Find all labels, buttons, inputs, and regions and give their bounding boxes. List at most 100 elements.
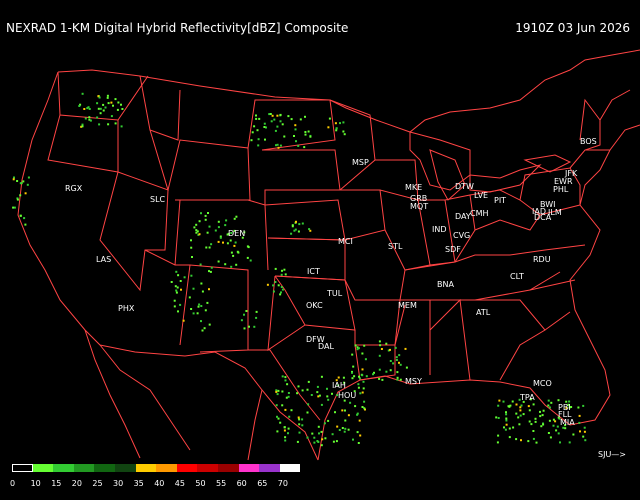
station-dal: DAL — [318, 342, 334, 351]
echo-pixel — [276, 430, 279, 433]
station-ilm: ILM — [548, 208, 562, 217]
legend-swatch — [73, 464, 95, 472]
echo-pixel — [365, 375, 368, 378]
echo-pixel — [515, 403, 518, 406]
echo-pixel — [104, 106, 107, 109]
echo-pixel — [359, 434, 362, 437]
echo-pixel — [295, 220, 297, 223]
echo-pixel — [88, 116, 91, 119]
sju-nav-link[interactable]: SJU—> — [598, 450, 626, 459]
station-mem: MEM — [398, 301, 417, 310]
echo-pixel — [190, 274, 193, 277]
echo-pixel — [114, 98, 117, 101]
echo-pixel — [16, 180, 19, 182]
station-bos: BOS — [580, 137, 597, 146]
echo-pixel — [280, 291, 282, 294]
echo-pixel — [572, 433, 575, 436]
echo-pixel — [176, 286, 179, 289]
echo-pixel — [243, 313, 245, 316]
station-clt: CLT — [510, 272, 524, 281]
echo-pixel — [277, 389, 280, 392]
echo-pixel — [89, 119, 92, 122]
echo-pixel — [361, 352, 364, 355]
echo-pixel — [351, 377, 354, 380]
station-phl: PHL — [553, 185, 569, 194]
echo-pixel — [358, 419, 361, 422]
legend-swatch — [238, 464, 260, 472]
echo-pixel — [83, 108, 86, 110]
echo-pixel — [277, 284, 280, 287]
echo-pixel — [107, 123, 110, 126]
echo-pixel — [404, 347, 407, 350]
station-dtw: DTW — [455, 182, 474, 191]
echo-pixel — [549, 436, 552, 439]
echo-pixel — [279, 293, 282, 296]
station-pit: PIT — [494, 196, 507, 205]
echo-pixel — [357, 386, 360, 389]
echo-pixel — [361, 368, 364, 371]
echo-pixel — [309, 135, 312, 138]
echo-pixel — [250, 139, 253, 142]
echo-pixel — [284, 439, 287, 442]
echo-pixel — [358, 375, 360, 378]
echo-pixel — [276, 114, 279, 117]
echo-pixel — [343, 430, 346, 433]
echo-pixel — [511, 400, 514, 403]
echo-pixel — [539, 410, 541, 413]
echo-pixel — [192, 287, 195, 290]
echo-pixel — [405, 366, 408, 369]
echo-pixel — [99, 112, 102, 115]
echo-pixel — [110, 101, 113, 104]
echo-pixel — [505, 417, 508, 420]
echo-pixel — [495, 416, 498, 419]
echo-pixel — [582, 435, 585, 438]
echo-pixel — [556, 425, 559, 428]
station-las: LAS — [96, 255, 112, 264]
echo-pixel — [98, 123, 101, 126]
legend-tick: 60 — [236, 479, 247, 488]
echo-pixel — [344, 409, 346, 412]
echo-pixel — [177, 310, 179, 313]
echo-pixel — [306, 436, 309, 439]
echo-pixel — [97, 107, 100, 110]
echo-pixel — [243, 327, 246, 330]
echo-pixel — [352, 365, 355, 368]
echo-pixel — [396, 371, 399, 374]
echo-pixel — [535, 441, 538, 444]
echo-pixel — [505, 413, 508, 416]
echo-pixel — [517, 416, 520, 419]
legend-tick: 25 — [92, 479, 103, 488]
echo-pixel — [342, 121, 345, 124]
echo-pixel — [508, 436, 511, 439]
echo-pixel — [214, 229, 217, 232]
echo-pixel — [287, 432, 289, 435]
echo-pixel — [224, 263, 227, 266]
color-scale-legend — [12, 464, 301, 472]
echo-pixel — [583, 430, 586, 433]
echo-pixel — [557, 432, 560, 435]
echo-pixel — [584, 439, 587, 442]
echo-pixel — [356, 412, 359, 415]
echo-pixel — [200, 305, 203, 307]
echo-pixel — [257, 144, 260, 147]
echo-pixel — [294, 124, 297, 127]
echo-pixel — [497, 417, 500, 419]
station-lve: LVE — [474, 191, 489, 200]
echo-pixel — [527, 440, 530, 443]
echo-pixel — [505, 411, 507, 414]
echo-pixel — [552, 418, 555, 421]
echo-pixel — [363, 400, 366, 403]
echo-pixel — [12, 206, 15, 209]
echo-pixel — [539, 415, 542, 418]
legend-tick: 30 — [113, 479, 124, 488]
echo-pixel — [203, 327, 206, 330]
echo-pixel — [24, 223, 27, 226]
echo-pixel — [284, 436, 287, 439]
echo-pixel — [277, 417, 280, 420]
echo-pixel — [199, 263, 202, 266]
station-mqt: MQT — [410, 202, 429, 211]
echo-pixel — [274, 267, 277, 270]
echo-pixel — [335, 440, 338, 443]
echo-pixel — [296, 440, 299, 443]
echo-pixel — [281, 269, 283, 272]
